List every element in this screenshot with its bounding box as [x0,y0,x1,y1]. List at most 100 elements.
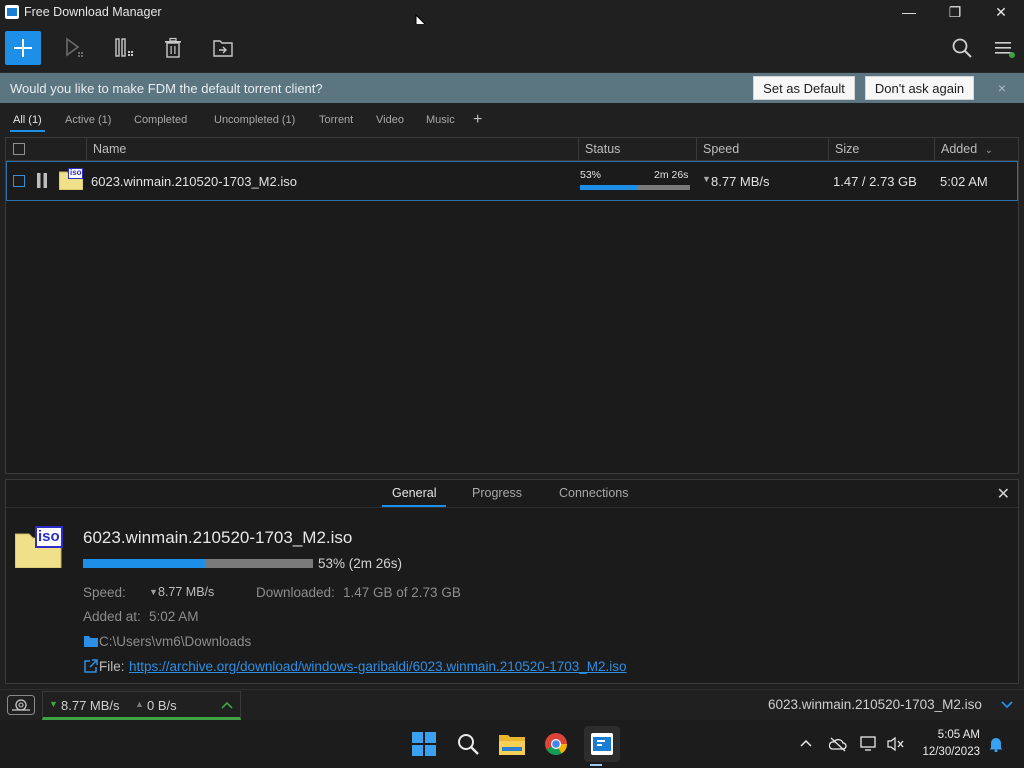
pause-columns-icon[interactable] [114,37,136,59]
table-row[interactable]: iso 6023.winmain.210520-1703_M2.iso 53% … [6,161,1018,201]
table-header: Name Status Speed Size Added ⌄ [6,138,1018,161]
close-details-icon[interactable]: ✕ [997,484,1010,504]
set-as-default-button[interactable]: Set as Default [753,76,855,100]
source-url-link[interactable]: https://archive.org/download/windows-gar… [129,659,627,674]
details-tab-indicator [382,505,446,507]
taskbar-search-icon[interactable] [452,728,484,760]
row-percent: 53% [580,169,602,181]
column-speed[interactable]: Speed [696,138,828,160]
tab-music[interactable]: Music [426,114,455,126]
select-all-checkbox[interactable] [13,143,25,155]
tab-video[interactable]: Video [376,114,404,126]
current-file-name[interactable]: 6023.winmain.210520-1703_M2.iso [768,697,982,712]
sort-chevron-icon: ⌄ [984,145,994,156]
details-panel: General Progress Connections ✕ iso 6023.… [5,479,1019,684]
onedrive-offline-icon[interactable] [829,736,847,752]
tab-uncompleted[interactable]: Uncompleted (1) [214,114,295,126]
banner-close-icon[interactable]: × [998,80,1006,96]
column-added-label: Added [941,142,978,156]
clock-date[interactable]: 12/30/2023 [910,746,980,758]
pause-icon[interactable] [36,173,48,188]
added-at-label: Added at: [83,609,141,624]
iso-file-icon: iso [58,168,84,191]
details-tabs: General Progress Connections ✕ [6,480,1018,508]
details-filename: 6023.winmain.210520-1703_M2.iso [83,528,353,547]
tray-chevron-up-icon[interactable] [799,738,813,748]
tab-progress[interactable]: Progress [472,486,522,500]
add-download-button[interactable] [5,31,41,65]
dont-ask-again-button[interactable]: Don't ask again [865,76,974,100]
speed-indicator[interactable]: ▼ 8.77 MB/s ▲ 0 B/s [42,691,241,720]
plus-icon [14,39,32,57]
start-icon[interactable] [408,728,440,760]
tab-active[interactable]: Active (1) [65,114,111,126]
tab-torrent[interactable]: Torrent [319,114,353,126]
column-name[interactable]: Name [86,138,578,160]
tab-completed[interactable]: Completed [134,114,187,126]
close-window-button[interactable]: ✕ [978,0,1024,24]
filter-tabs: All (1) Active (1) Completed Uncompleted… [0,103,1024,137]
file-explorer-icon[interactable] [496,728,528,760]
details-progress-fill [83,559,205,568]
downloaded-value: 1.47 GB of 2.73 GB [343,585,461,600]
downloaded-label: Downloaded: [256,585,335,600]
active-app-indicator [590,764,602,766]
row-filename: 6023.winmain.210520-1703_M2.iso [91,174,297,189]
iso-large-label: iso [38,528,60,545]
windows-taskbar: 5:05 AM 12/30/2023 [0,720,1024,768]
search-icon[interactable] [951,37,973,59]
up-arrow-icon: ▲ [135,699,144,709]
add-filter-icon[interactable]: + [473,111,482,129]
details-progress-text: 53% (2m 26s) [318,556,403,571]
row-remaining: 2m 26s [654,169,689,181]
fdm-icon[interactable] [584,726,620,762]
column-status[interactable]: Status [578,138,696,160]
file-label: File: [99,659,125,674]
download-arrow-icon: ▼ [702,174,711,184]
row-speed: 8.77 MB/s [711,174,770,189]
active-tab-indicator [10,130,45,132]
menu-icon[interactable] [994,37,1016,59]
external-link-icon [84,659,98,673]
row-added: 5:02 AM [940,174,988,189]
total-upload-speed: 0 B/s [147,698,177,713]
download-folder-path[interactable]: C:\Users\vm6\Downloads [99,634,251,649]
downloads-table: Name Status Speed Size Added ⌄ iso 6023.… [5,137,1019,474]
speed-label: Speed: [83,585,126,600]
tab-general[interactable]: General [392,486,436,500]
chrome-icon[interactable] [540,728,572,760]
network-icon[interactable] [860,735,878,751]
speed-arrow-icon: ▼ [149,587,158,597]
play-icon[interactable] [63,37,85,59]
speed-value: 8.77 MB/s [158,585,215,599]
trash-icon[interactable] [162,37,184,59]
notification-bell-icon[interactable] [988,736,1004,752]
title-bar: Free Download Manager — ❐ ✕ [0,0,1024,24]
row-progress-fill [580,185,639,190]
status-bar: ▼ 8.77 MB/s ▲ 0 B/s 6023.winmain.210520-… [0,689,1024,720]
tab-all[interactable]: All (1) [13,114,42,126]
folder-arrow-icon[interactable] [212,37,234,59]
volume-muted-icon[interactable] [887,736,905,752]
banner-message: Would you like to make FDM the default t… [10,80,323,96]
chevron-up-icon [221,701,233,709]
added-at-value: 5:02 AM [149,609,199,624]
clock-time[interactable]: 5:05 AM [910,729,980,741]
window-title: Free Download Manager [24,5,162,19]
column-size[interactable]: Size [828,138,934,160]
down-arrow-icon: ▼ [49,699,58,709]
minimize-button[interactable]: — [886,0,932,24]
iso-label: iso [70,168,82,177]
snail-mode-icon[interactable] [7,695,35,715]
restore-button[interactable]: ❐ [932,0,978,24]
chevron-down-icon[interactable] [1001,701,1013,709]
row-checkbox[interactable] [13,175,25,187]
iso-file-large-icon: iso [14,526,63,569]
total-download-speed: 8.77 MB/s [61,698,120,713]
row-size: 1.47 / 2.73 GB [833,174,917,189]
folder-icon [84,636,98,647]
row-progress-bar [580,185,690,190]
toolbar [0,24,1024,73]
tab-connections[interactable]: Connections [559,486,629,500]
column-added[interactable]: Added ⌄ [934,138,1018,160]
